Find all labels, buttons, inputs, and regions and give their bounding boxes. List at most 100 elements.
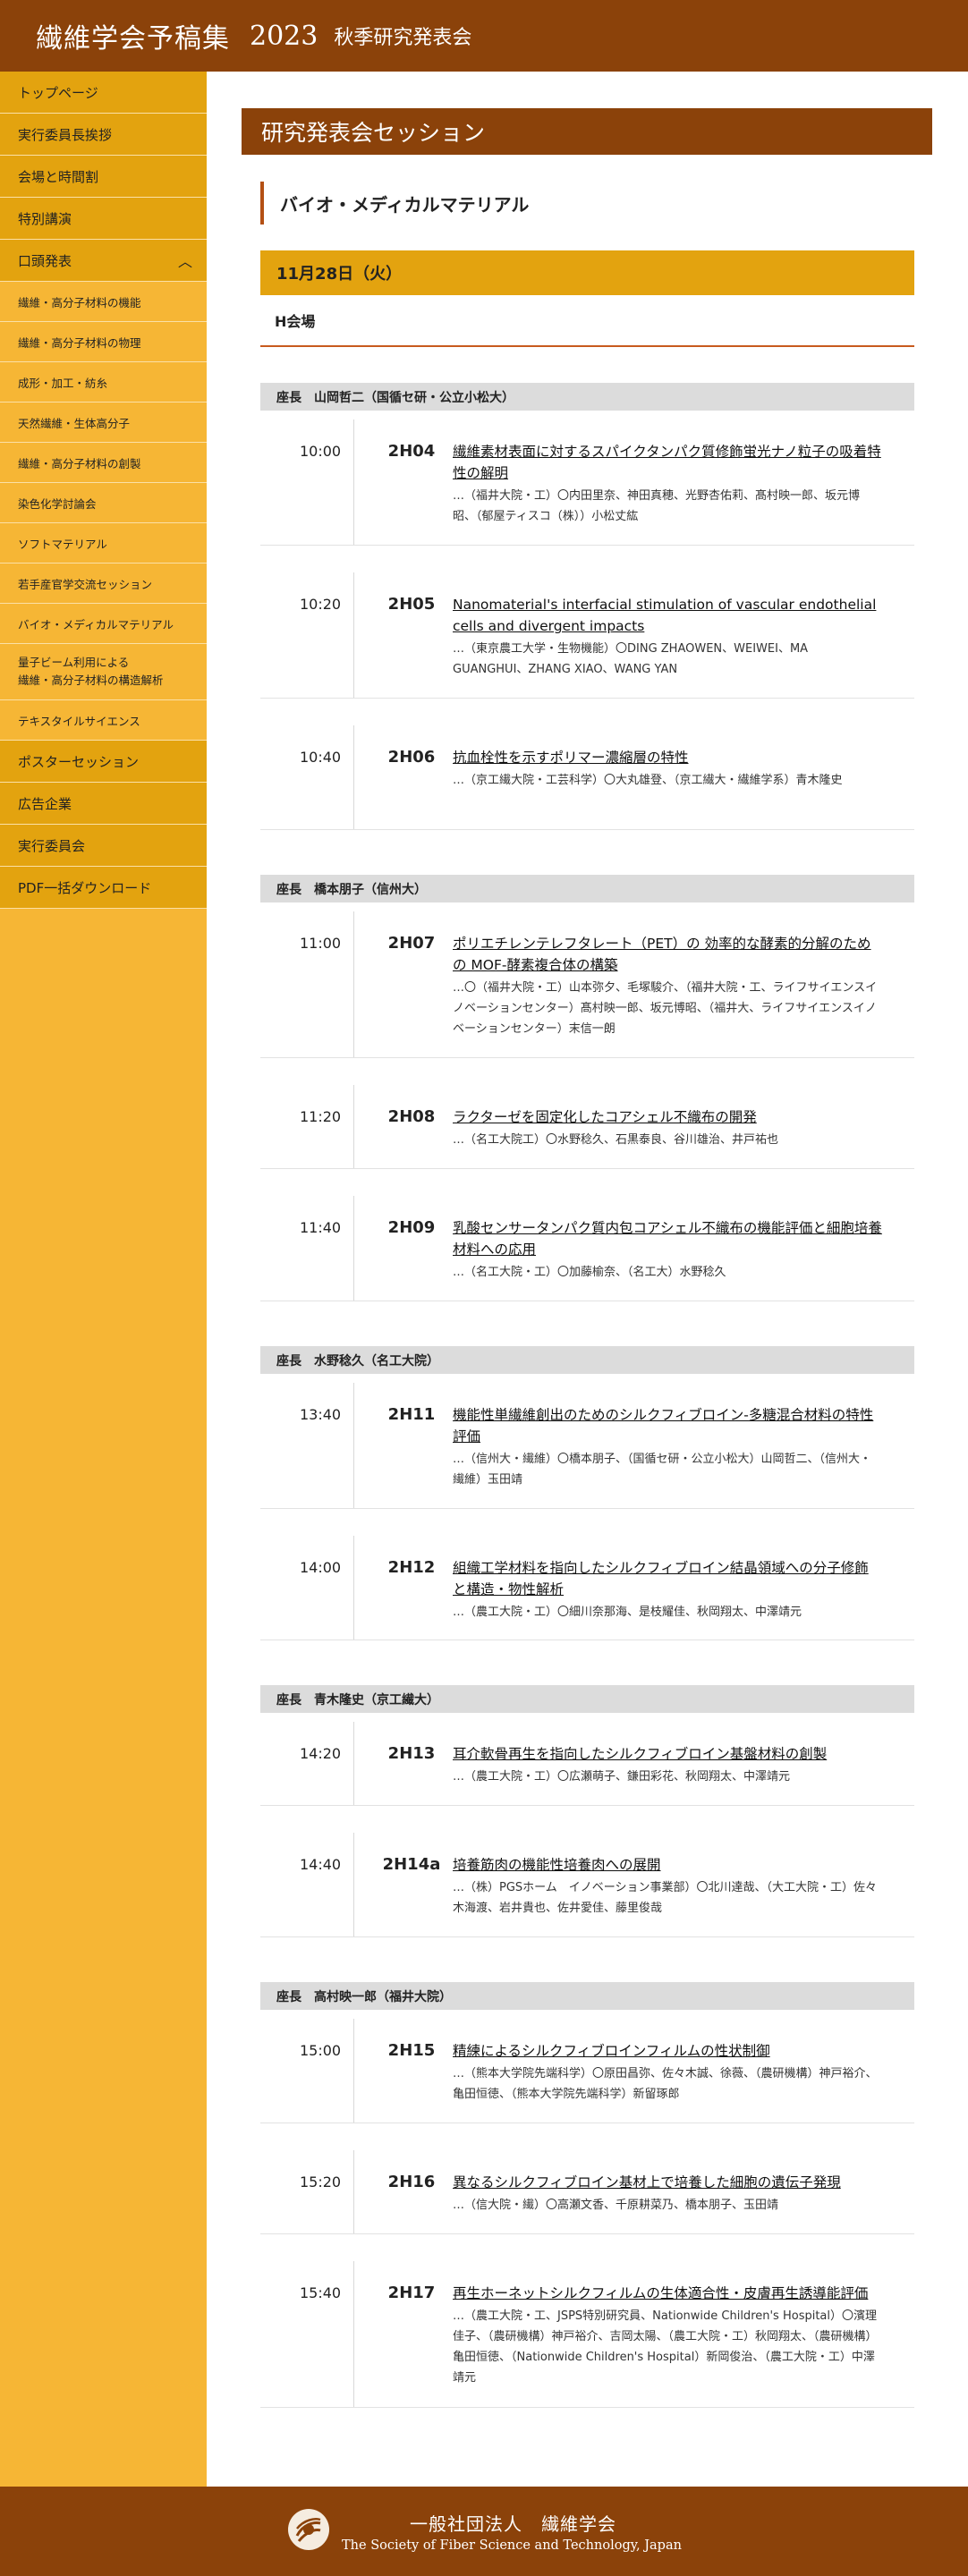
talk-time: 13:40	[300, 1406, 342, 1423]
talk-body: 再生ホーネットシルクフィルムの生体適合性・皮膚再生誘導能評価 …（農工大院・工、…	[453, 2283, 882, 2388]
sidebar-item-pdf-download[interactable]: PDF一括ダウンロード	[0, 867, 207, 909]
talk-title-link[interactable]: 精練によるシルクフィブロインフィルムの性状制御	[453, 2040, 882, 2062]
sidebar-item-label: 天然繊維・生体高分子	[18, 416, 131, 430]
talk-row: 15:20 2H16 異なるシルクフィブロイン基材上で培養した細胞の遺伝子発現 …	[260, 2150, 914, 2234]
sidebar-item-committee[interactable]: 実行委員会	[0, 825, 207, 867]
talk-authors: …（株）PGSホーム イノベーション事業部）〇北川達哉、（大工大院・工）佐々木海…	[453, 1881, 878, 1915]
sidebar-subitem[interactable]: テキスタイルサイエンス	[0, 700, 207, 741]
society-logo-icon	[288, 2509, 329, 2550]
talk-time: 14:00	[300, 1559, 342, 1576]
sidebar-item-poster[interactable]: ポスターセッション	[0, 741, 207, 783]
talk-time: 10:00	[300, 443, 342, 460]
sidebar-item-label: PDF一括ダウンロード	[18, 879, 152, 896]
sidebar-item-greeting[interactable]: 実行委員長挨拶	[0, 114, 207, 156]
divider	[353, 2150, 354, 2233]
sidebar-subitem[interactable]: 量子ビーム利用による繊維・高分子材料の構造解析	[0, 644, 207, 700]
chair-bar: 座長 山岡哲二（国循セ研・公立小松大）	[260, 383, 914, 411]
divider	[353, 725, 354, 829]
talk-row: 15:40 2H17 再生ホーネットシルクフィルムの生体適合性・皮膚再生誘導能評…	[260, 2261, 914, 2408]
talk-title-link[interactable]: 機能性単繊維創出のためのシルクフィブロイン-多糖混合材料の特性評価	[453, 1404, 882, 1447]
sidebar-item-label: 染色化学討論会	[18, 496, 97, 511]
talk-title-link[interactable]: ラクターゼを固定化したコアシェル不織布の開発	[453, 1106, 882, 1128]
talk-code: 2H12	[387, 1558, 436, 1577]
talk-authors: …（京工繊大院・工芸科学）〇大丸雄登、（京工繊大・繊維学系）青木隆史	[453, 774, 843, 787]
talk-title-link[interactable]: 抗血栓性を示すポリマー濃縮層の特性	[453, 747, 882, 768]
sidebar-item-label: 実行委員会	[18, 837, 86, 854]
talk-body: ラクターゼを固定化したコアシェル不織布の開発 …（名工大院工）〇水野稔久、石黒泰…	[453, 1106, 882, 1150]
sidebar-item-label: テキスタイルサイエンス	[18, 714, 140, 728]
talk-time: 11:20	[300, 1108, 342, 1125]
main-content: 研究発表会セッション バイオ・メディカルマテリアル 11月28日（火） H会場 …	[207, 72, 968, 2487]
sidebar-item-venue-schedule[interactable]: 会場と時間割	[0, 156, 207, 198]
sidebar-item-label: ソフトマテリアル	[18, 537, 107, 551]
sidebar-item-label: 繊維・高分子材料の物理	[18, 335, 141, 350]
talk-code: 2H09	[387, 1218, 436, 1237]
sidebar-subitem[interactable]: 繊維・高分子材料の機能	[0, 282, 207, 322]
talk-time: 11:40	[300, 1219, 342, 1236]
talk-body: 耳介軟骨再生を指向したシルクフィブロイン基盤材料の創製 …（農工大院・工）〇広瀬…	[453, 1743, 882, 1787]
label-line: 量子ビーム利用による	[18, 656, 130, 669]
divider	[353, 911, 354, 1057]
sidebar-item-top[interactable]: トップページ	[0, 72, 207, 114]
talk-row: 10:00 2H04 繊維素材表面に対するスパイクタンパク質修飾蛍光ナノ粒子の吸…	[260, 419, 914, 546]
footer-org-name-en: The Society of Fiber Science and Technol…	[342, 2538, 682, 2553]
sidebar-nav: トップページ 実行委員長挨拶 会場と時間割 特別講演 口頭発表 ︿ 繊維・高分子材…	[0, 72, 207, 2487]
talk-row: 13:40 2H11 機能性単繊維創出のためのシルクフィブロイン-多糖混合材料の…	[260, 1383, 914, 1509]
sidebar-subitem[interactable]: 染色化学討論会	[0, 483, 207, 523]
sidebar-subitem[interactable]: 繊維・高分子材料の物理	[0, 322, 207, 362]
divider	[353, 1833, 354, 1936]
talk-row: 11:40 2H09 乳酸センサータンパク質内包コアシェル不織布の機能評価と細胞…	[260, 1196, 914, 1301]
talk-title-link[interactable]: 異なるシルクフィブロイン基材上で培養した細胞の遺伝子発現	[453, 2172, 882, 2193]
talk-code: 2H11	[387, 1405, 436, 1424]
talk-code: 2H15	[387, 2041, 436, 2060]
chair-bar: 座長 青木隆史（京工繊大）	[260, 1685, 914, 1713]
sidebar-subitem[interactable]: ソフトマテリアル	[0, 523, 207, 564]
section-title: 研究発表会セッション	[242, 108, 932, 155]
talk-authors: …（名工大院工）〇水野稔久、石黒泰良、谷川雄治、井戸祐也	[453, 1133, 779, 1147]
sidebar-item-label: 繊維・高分子材料の機能	[18, 295, 141, 309]
talk-title-link[interactable]: 再生ホーネットシルクフィルムの生体適合性・皮膚再生誘導能評価	[453, 2283, 882, 2304]
talk-row: 14:40 2H14a 培養筋肉の機能性培養肉への展開 …（株）PGSホーム イ…	[260, 1833, 914, 1937]
chair-bar: 座長 水野稔久（名工大院）	[260, 1346, 914, 1374]
site-footer: 一般社団法人 繊維学会 The Society of Fiber Science…	[0, 2487, 968, 2576]
talk-time: 15:40	[300, 2284, 342, 2301]
talk-title-link[interactable]: ポリエチレンテレフタレート（PET）の 効率的な酵素的分解のための MOF-酵素…	[453, 933, 882, 976]
site-year: 2023	[250, 20, 318, 52]
talk-title-link[interactable]: 組織工学材料を指向したシルクフィブロイン結晶領域への分子修飾と構造・物性解析	[453, 1557, 882, 1600]
talk-title-link[interactable]: 耳介軟骨再生を指向したシルクフィブロイン基盤材料の創製	[453, 1743, 882, 1765]
logo-graphic	[289, 2510, 328, 2549]
sidebar-subitem-active[interactable]: バイオ・メディカルマテリアル	[0, 604, 207, 644]
sidebar-item-sponsors[interactable]: 広告企業	[0, 783, 207, 825]
talk-row: 10:20 2H05 Nanomaterial's interfacial st…	[260, 572, 914, 699]
sidebar-subitem[interactable]: 天然繊維・生体高分子	[0, 402, 207, 443]
divider	[353, 572, 354, 698]
sidebar-item-label: 繊維・高分子材料の創製	[18, 456, 141, 470]
divider	[353, 1085, 354, 1168]
sidebar-item-special-lecture[interactable]: 特別講演	[0, 198, 207, 240]
site-title[interactable]: 繊維学会予稿集	[36, 16, 230, 55]
sidebar-item-label: 口頭発表	[18, 252, 72, 269]
talk-time: 15:00	[300, 2042, 342, 2059]
talk-body: 異なるシルクフィブロイン基材上で培養した細胞の遺伝子発現 …（信大院・繊）〇高瀬…	[453, 2172, 882, 2216]
talk-title-link[interactable]: Nanomaterial's interfacial stimulation o…	[453, 594, 882, 637]
sidebar-subitem[interactable]: 若手産官学交流セッション	[0, 564, 207, 604]
chevron-up-icon[interactable]: ︿	[178, 250, 192, 271]
talk-authors: …〇（福井大院・工）山本弥夕、毛塚駿介、（福井大院・工、ライフサイエンスイノベー…	[453, 981, 878, 1036]
talk-time: 14:40	[300, 1856, 342, 1873]
sidebar-subitem[interactable]: 成形・加工・紡糸	[0, 362, 207, 402]
sidebar-subitem[interactable]: 繊維・高分子材料の創製	[0, 443, 207, 483]
talk-row: 14:20 2H13 耳介軟骨再生を指向したシルクフィブロイン基盤材料の創製 ……	[260, 1722, 914, 1806]
divider	[353, 419, 354, 545]
talk-title-link[interactable]: 繊維素材表面に対するスパイクタンパク質修飾蛍光ナノ粒子の吸着特性の解明	[453, 441, 882, 484]
divider	[353, 2019, 354, 2123]
talk-title-link[interactable]: 乳酸センサータンパク質内包コアシェル不織布の機能評価と細胞培養材料への応用	[453, 1217, 882, 1260]
talk-code: 2H13	[387, 1744, 436, 1763]
chair-bar: 座長 高村映一郎（福井大院）	[260, 1982, 914, 2010]
talk-body: 乳酸センサータンパク質内包コアシェル不織布の機能評価と細胞培養材料への応用 …（…	[453, 1217, 882, 1283]
sidebar-item-label: トップページ	[18, 84, 98, 101]
talk-body: 抗血栓性を示すポリマー濃縮層の特性 …（京工繊大院・工芸科学）〇大丸雄登、（京工…	[453, 747, 882, 791]
talk-authors: …（名工大院・工）〇加藤榆奈、（名工大）水野稔久	[453, 1266, 726, 1279]
talk-title-link[interactable]: 培養筋肉の機能性培養肉への展開	[453, 1854, 882, 1876]
label-line: 繊維・高分子材料の構造解析	[18, 674, 164, 687]
sidebar-item-oral[interactable]: 口頭発表 ︿	[0, 240, 207, 282]
